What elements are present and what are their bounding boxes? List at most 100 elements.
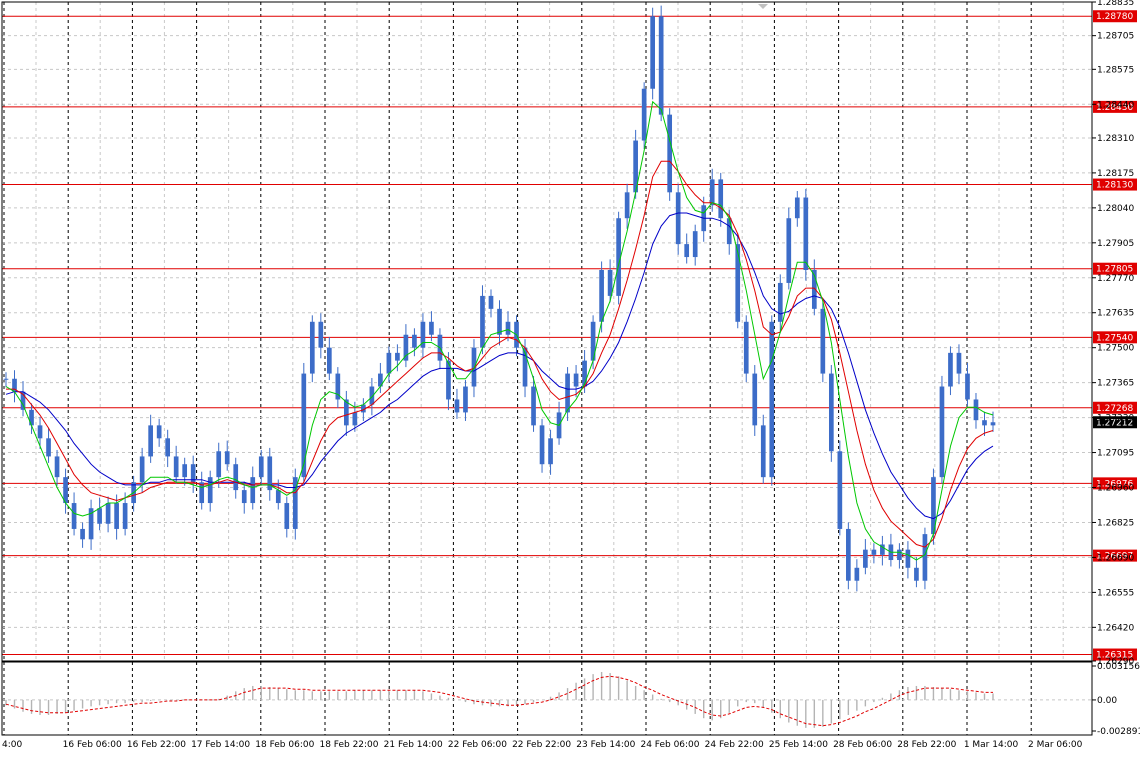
candle-body [29,409,34,426]
candle-body [735,244,741,322]
oscillator-tick-label: -0.002891 [1097,727,1140,737]
candle-body [803,197,809,271]
candle-body [982,420,987,426]
time-tick-label: 1 Mar 14:00 [964,740,1019,750]
candle-body [863,549,868,568]
candle-body [497,308,502,335]
candle-body [412,334,417,348]
candle-body [939,386,945,478]
candle-body [3,378,9,380]
candle-body [667,114,673,193]
price-tick-label: 1.27095 [1097,449,1134,459]
candle-body [531,386,536,426]
candle-body [726,218,732,245]
price-tick-label: 1.28575 [1097,65,1134,75]
candle-body [463,386,468,413]
price-tick-label: 1.27230 [1097,414,1134,424]
candle-body [505,321,511,335]
level-label: 1.28780 [1096,12,1133,22]
price-tick-label: 1.26555 [1097,588,1134,598]
candle-body [709,179,715,206]
candle-body [352,412,358,426]
candle-body [71,503,77,529]
time-tick-label: 16 Feb 22:00 [127,740,186,750]
candle-body [46,438,51,457]
candle-body [692,231,698,258]
candle-body [837,451,843,529]
price-tick-label: 1.27365 [1097,379,1134,389]
level-label: 1.27268 [1096,404,1133,414]
candle-body [395,352,400,361]
candle-body [658,16,664,115]
candle-body [284,503,290,529]
candle-body [684,244,690,258]
candle-body [309,321,315,374]
time-tick-label: 2 Mar 06:00 [1028,740,1083,750]
price-tick-label: 1.28705 [1097,32,1134,42]
price-tick-label: 1.28835 [1097,0,1134,8]
level-label: 1.27540 [1096,333,1133,343]
candle-body [854,567,860,581]
level-label: 1.28130 [1096,181,1133,191]
candle-body [318,321,324,348]
candle-body [718,179,724,219]
candle-body [216,451,222,478]
candle-body [54,456,60,478]
candle-body [156,425,162,439]
candle-body [820,308,826,374]
scroll-marker[interactable] [758,4,768,9]
candle-body [454,399,460,413]
time-tick-label: 24 Feb 22:00 [705,740,764,750]
axes [1,1,1096,736]
time-tick-label: 18 Feb 22:00 [319,740,378,750]
candle-body [37,425,43,439]
time-tick-label: 16 Feb 06:00 [63,740,122,750]
price-tick-label: 1.28310 [1097,134,1134,144]
candle-body [786,218,792,283]
price-tick-label: 1.26690 [1097,553,1134,563]
price-chart: 1.287801.284301.281301.278051.275401.272… [1,0,1140,750]
candle-body [828,373,834,452]
price-tick-label: 1.28175 [1097,169,1134,179]
candle-body [233,464,239,491]
candle-body [675,192,681,245]
candle-body [165,438,171,457]
time-tick-label: 25 Feb 14:00 [769,740,828,750]
price-tick-label: 1.26825 [1097,518,1134,528]
time-tick-label: 23 Feb 14:00 [576,740,635,750]
candle-body [599,270,604,322]
oscillator-panel [2,671,1092,728]
candle-body [990,422,996,426]
candle-body [199,482,205,504]
candle-body [573,373,579,387]
candle-body [624,192,630,219]
candle-body [207,477,213,504]
time-tick-label: 21 Feb 14:00 [384,740,443,750]
candle-body [429,321,434,335]
candle-body [122,503,128,529]
candle-body [80,528,85,540]
candle-body [956,352,962,374]
time-tick-label: 24 Feb 06:00 [640,740,699,750]
candle-body [173,456,179,478]
candle-body [641,88,647,141]
candle-body [326,347,332,374]
candle-body [105,503,111,524]
candle-body [182,464,188,478]
candle-body [794,197,800,219]
candle-body [548,438,553,465]
candle-body [760,425,766,478]
price-tick-label: 1.27635 [1097,309,1134,319]
time-tick-label: 22 Feb 06:00 [448,740,507,750]
candle-body [948,352,953,387]
candle-body [275,490,281,504]
candle-body [565,373,570,413]
candle-body [97,508,102,524]
oscillator-tick-label: 0.003156 [1097,662,1140,672]
candle-body [777,282,783,322]
candle-body [114,503,119,529]
time-tick-label: 28 Feb 06:00 [833,740,892,750]
candle-body [480,295,485,348]
candle-body [139,456,145,483]
candle-body [224,451,230,465]
